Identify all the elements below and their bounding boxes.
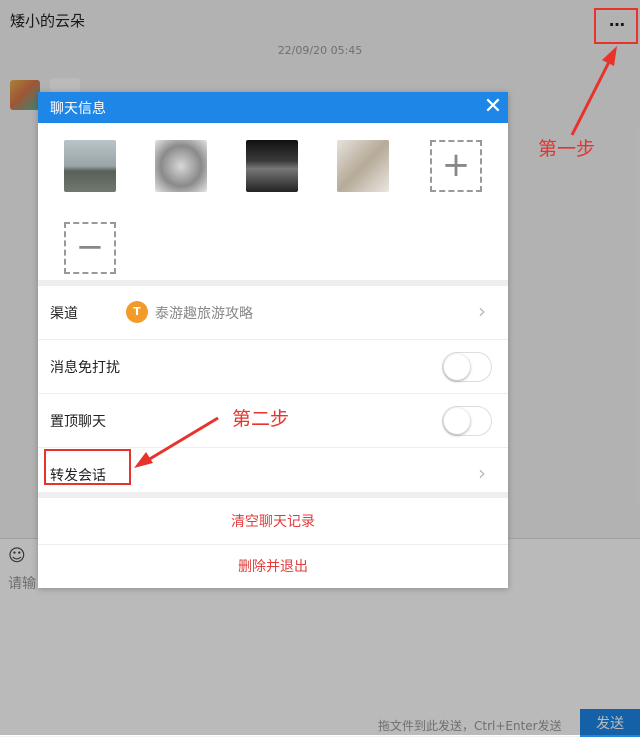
step2-arrow-icon <box>147 416 219 462</box>
step1-arrow-icon <box>570 61 611 136</box>
step2-arrowhead-icon <box>134 452 153 468</box>
step1-arrowhead-icon <box>602 46 617 66</box>
annotation-arrows <box>134 46 617 468</box>
